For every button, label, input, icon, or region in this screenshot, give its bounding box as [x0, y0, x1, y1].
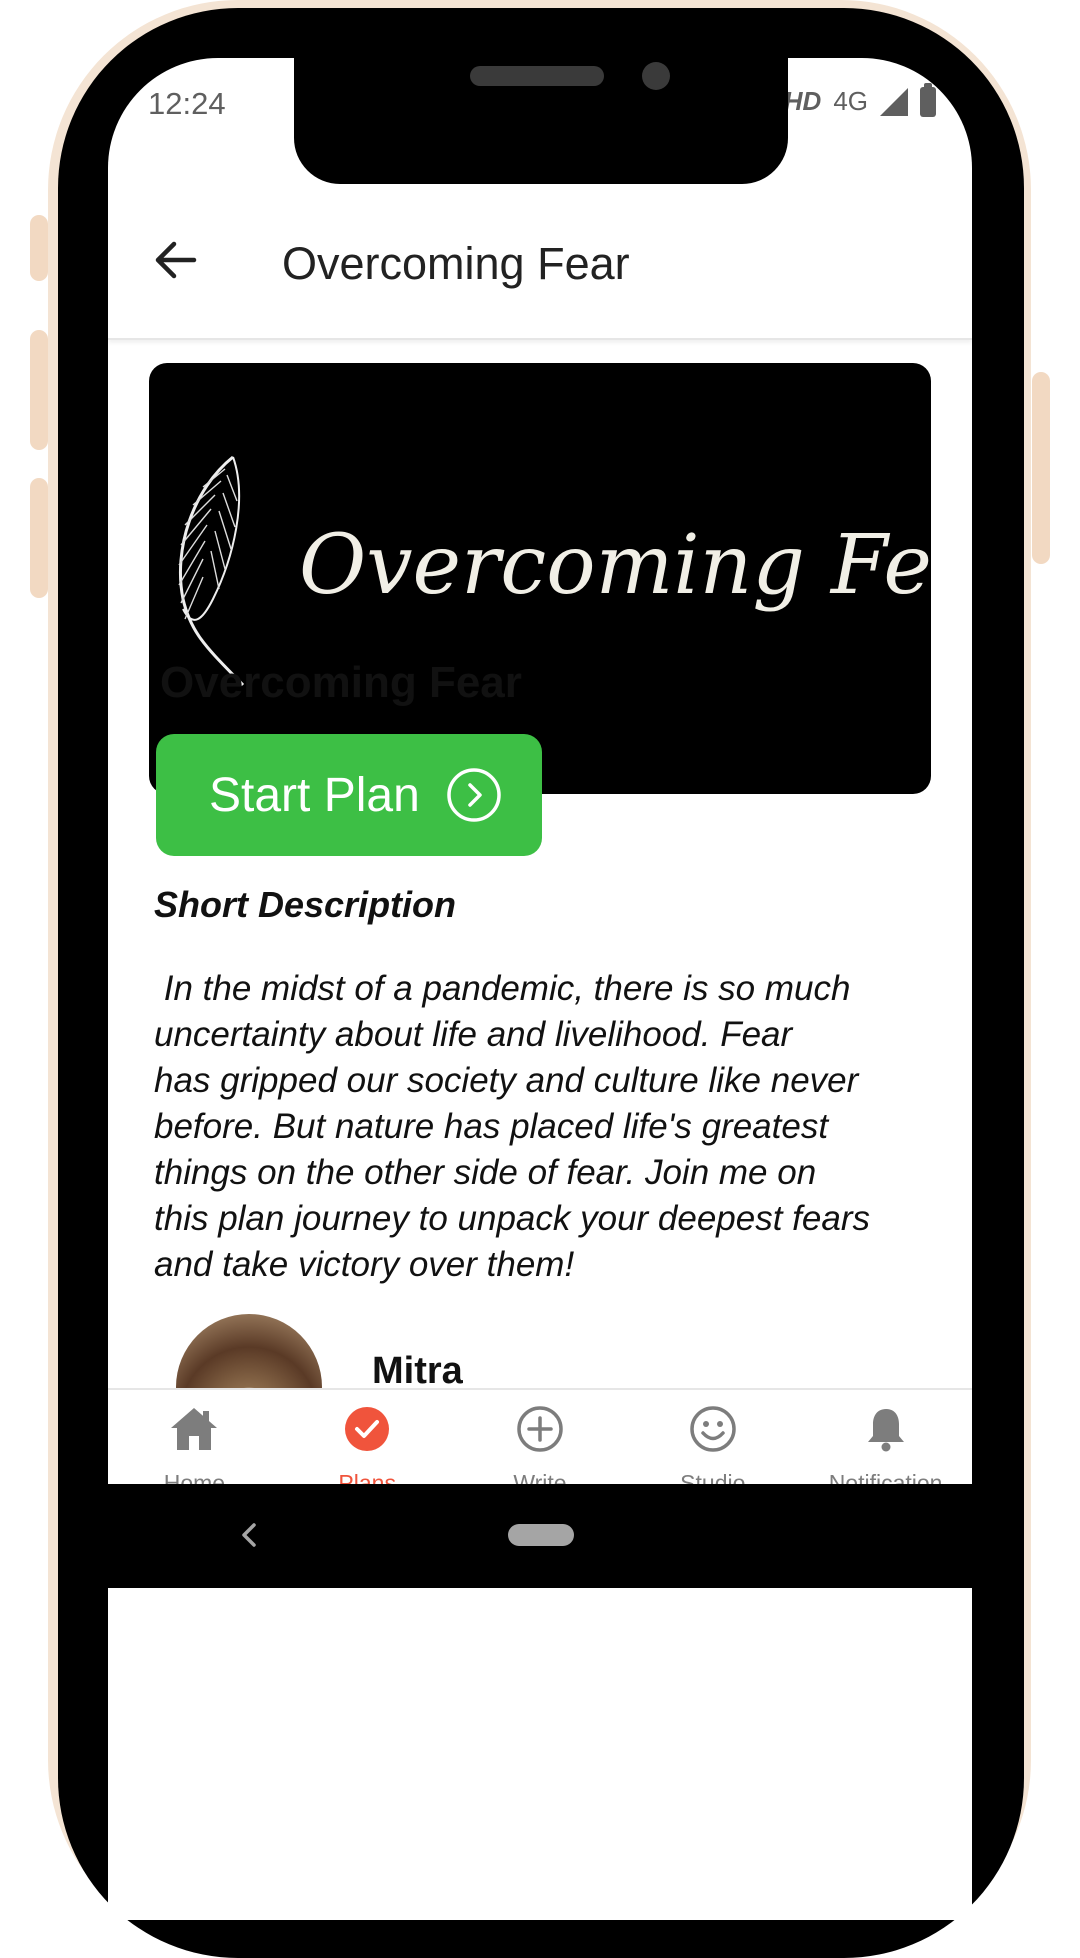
plan-title: Overcoming Fear: [160, 658, 522, 707]
chevron-right-circle-icon: [447, 768, 501, 822]
back-arrow-icon[interactable]: [148, 232, 204, 288]
system-home-pill[interactable]: [508, 1524, 574, 1546]
plan-description: In the midst of a pandemic, there is so …: [154, 969, 870, 1284]
battery-icon: [920, 82, 936, 117]
plan-banner-image: Overcoming Fear: [149, 363, 931, 794]
notch: [294, 58, 788, 184]
feather-icon: [178, 455, 245, 687]
start-plan-label: Start Plan: [209, 768, 420, 822]
phone-side-button: [30, 215, 48, 281]
start-plan-button[interactable]: Start Plan: [156, 734, 542, 856]
earpiece: [470, 66, 604, 86]
author-name[interactable]: Mitra: [372, 1350, 463, 1393]
status-indicators: HD 4G: [783, 82, 936, 117]
phone-screen: 12:24 HD 4G Overcoming Fear Overcoming F…: [108, 58, 972, 1920]
bell-icon: [867, 1409, 904, 1452]
phone-side-button: [1032, 372, 1050, 564]
home-icon: [171, 1408, 218, 1450]
app-bar: Overcoming Fear: [108, 184, 972, 340]
banner-title-text: Overcoming Fear: [299, 518, 931, 613]
signal-icon: [880, 87, 908, 116]
plus-circle-icon: [517, 1406, 563, 1452]
description-heading: Short Description: [154, 884, 457, 925]
network-quality: HD: [783, 86, 822, 116]
phone-side-button: [30, 478, 48, 598]
system-back-icon[interactable]: [236, 1520, 262, 1550]
status-time: 12:24: [148, 86, 226, 121]
phone-side-button: [30, 330, 48, 450]
front-camera: [642, 62, 670, 90]
page-title: Overcoming Fear: [282, 238, 630, 289]
smiley-icon: [690, 1406, 736, 1452]
system-navigation-bar: [108, 1484, 972, 1588]
check-circle-icon: [345, 1407, 390, 1451]
network-type: 4G: [833, 86, 868, 116]
